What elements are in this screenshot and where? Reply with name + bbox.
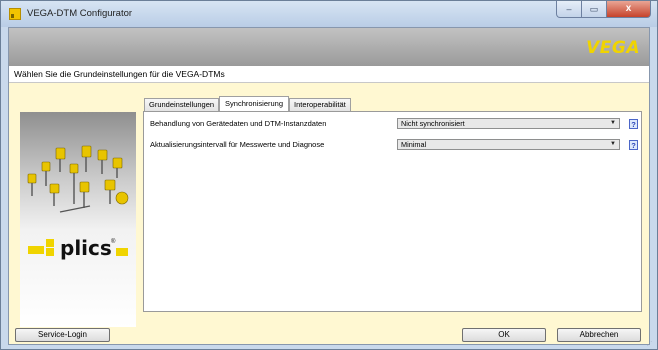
ok-button[interactable]: OK — [462, 328, 546, 342]
dialog-client-area: VEGA Wählen Sie die Grundeinstellungen f… — [8, 27, 650, 345]
vega-logo: VEGA — [586, 38, 640, 58]
device-data-dropdown-value: Nicht synchronisiert — [401, 119, 465, 128]
minimize-button[interactable]: – — [556, 1, 582, 18]
app-window: VEGA-DTM Configurator – ▭ x VEGA Wählen … — [0, 0, 658, 350]
instruction-bar: Wählen Sie die Grundeinstellungen für di… — [9, 66, 649, 83]
sensor-group — [27, 145, 129, 205]
app-icon — [9, 8, 21, 20]
service-login-button[interactable]: Service-Login — [15, 328, 110, 342]
product-image-panel: plics ® — [20, 112, 136, 327]
tab-strip: Grundeinstellungen Synchronisierung Inte… — [144, 96, 351, 111]
setting-label-update-interval: Aktualisierungsintervall für Messwerte u… — [150, 140, 325, 149]
device-data-dropdown[interactable]: Nicht synchronisiert ▼ — [397, 118, 620, 129]
maximize-button[interactable]: ▭ — [582, 1, 607, 18]
help-icon[interactable]: ? — [629, 140, 638, 150]
close-button[interactable]: x — [607, 1, 651, 18]
chevron-down-icon: ▼ — [610, 141, 616, 147]
tab-interoperabilitaet[interactable]: Interoperabilität — [289, 98, 351, 111]
help-icon[interactable]: ? — [629, 119, 638, 129]
title-bar[interactable]: VEGA-DTM Configurator – ▭ x — [1, 1, 657, 27]
trademark-symbol: ® — [111, 239, 116, 245]
sensor-products-illustration — [27, 145, 129, 256]
resize-grip-icon[interactable]: ⋰ — [647, 341, 652, 347]
plics-logo-text: plics — [60, 236, 112, 260]
chevron-down-icon: ▼ — [610, 120, 616, 126]
settings-panel: Behandlung von Gerätedaten und DTM-Insta… — [143, 111, 642, 312]
setting-label-device-data: Behandlung von Gerätedaten und DTM-Insta… — [150, 119, 327, 128]
header-banner: VEGA — [9, 28, 649, 66]
update-interval-dropdown-value: Minimal — [401, 140, 427, 149]
window-title: VEGA-DTM Configurator — [27, 8, 133, 19]
cancel-button[interactable]: Abbrechen — [557, 328, 641, 342]
update-interval-dropdown[interactable]: Minimal ▼ — [397, 139, 620, 150]
tab-grundeinstellungen[interactable]: Grundeinstellungen — [144, 98, 220, 111]
tab-synchronisierung[interactable]: Synchronisierung — [219, 96, 289, 111]
window-controls: – ▭ x — [556, 1, 651, 19]
instruction-text: Wählen Sie die Grundeinstellungen für di… — [14, 69, 225, 79]
